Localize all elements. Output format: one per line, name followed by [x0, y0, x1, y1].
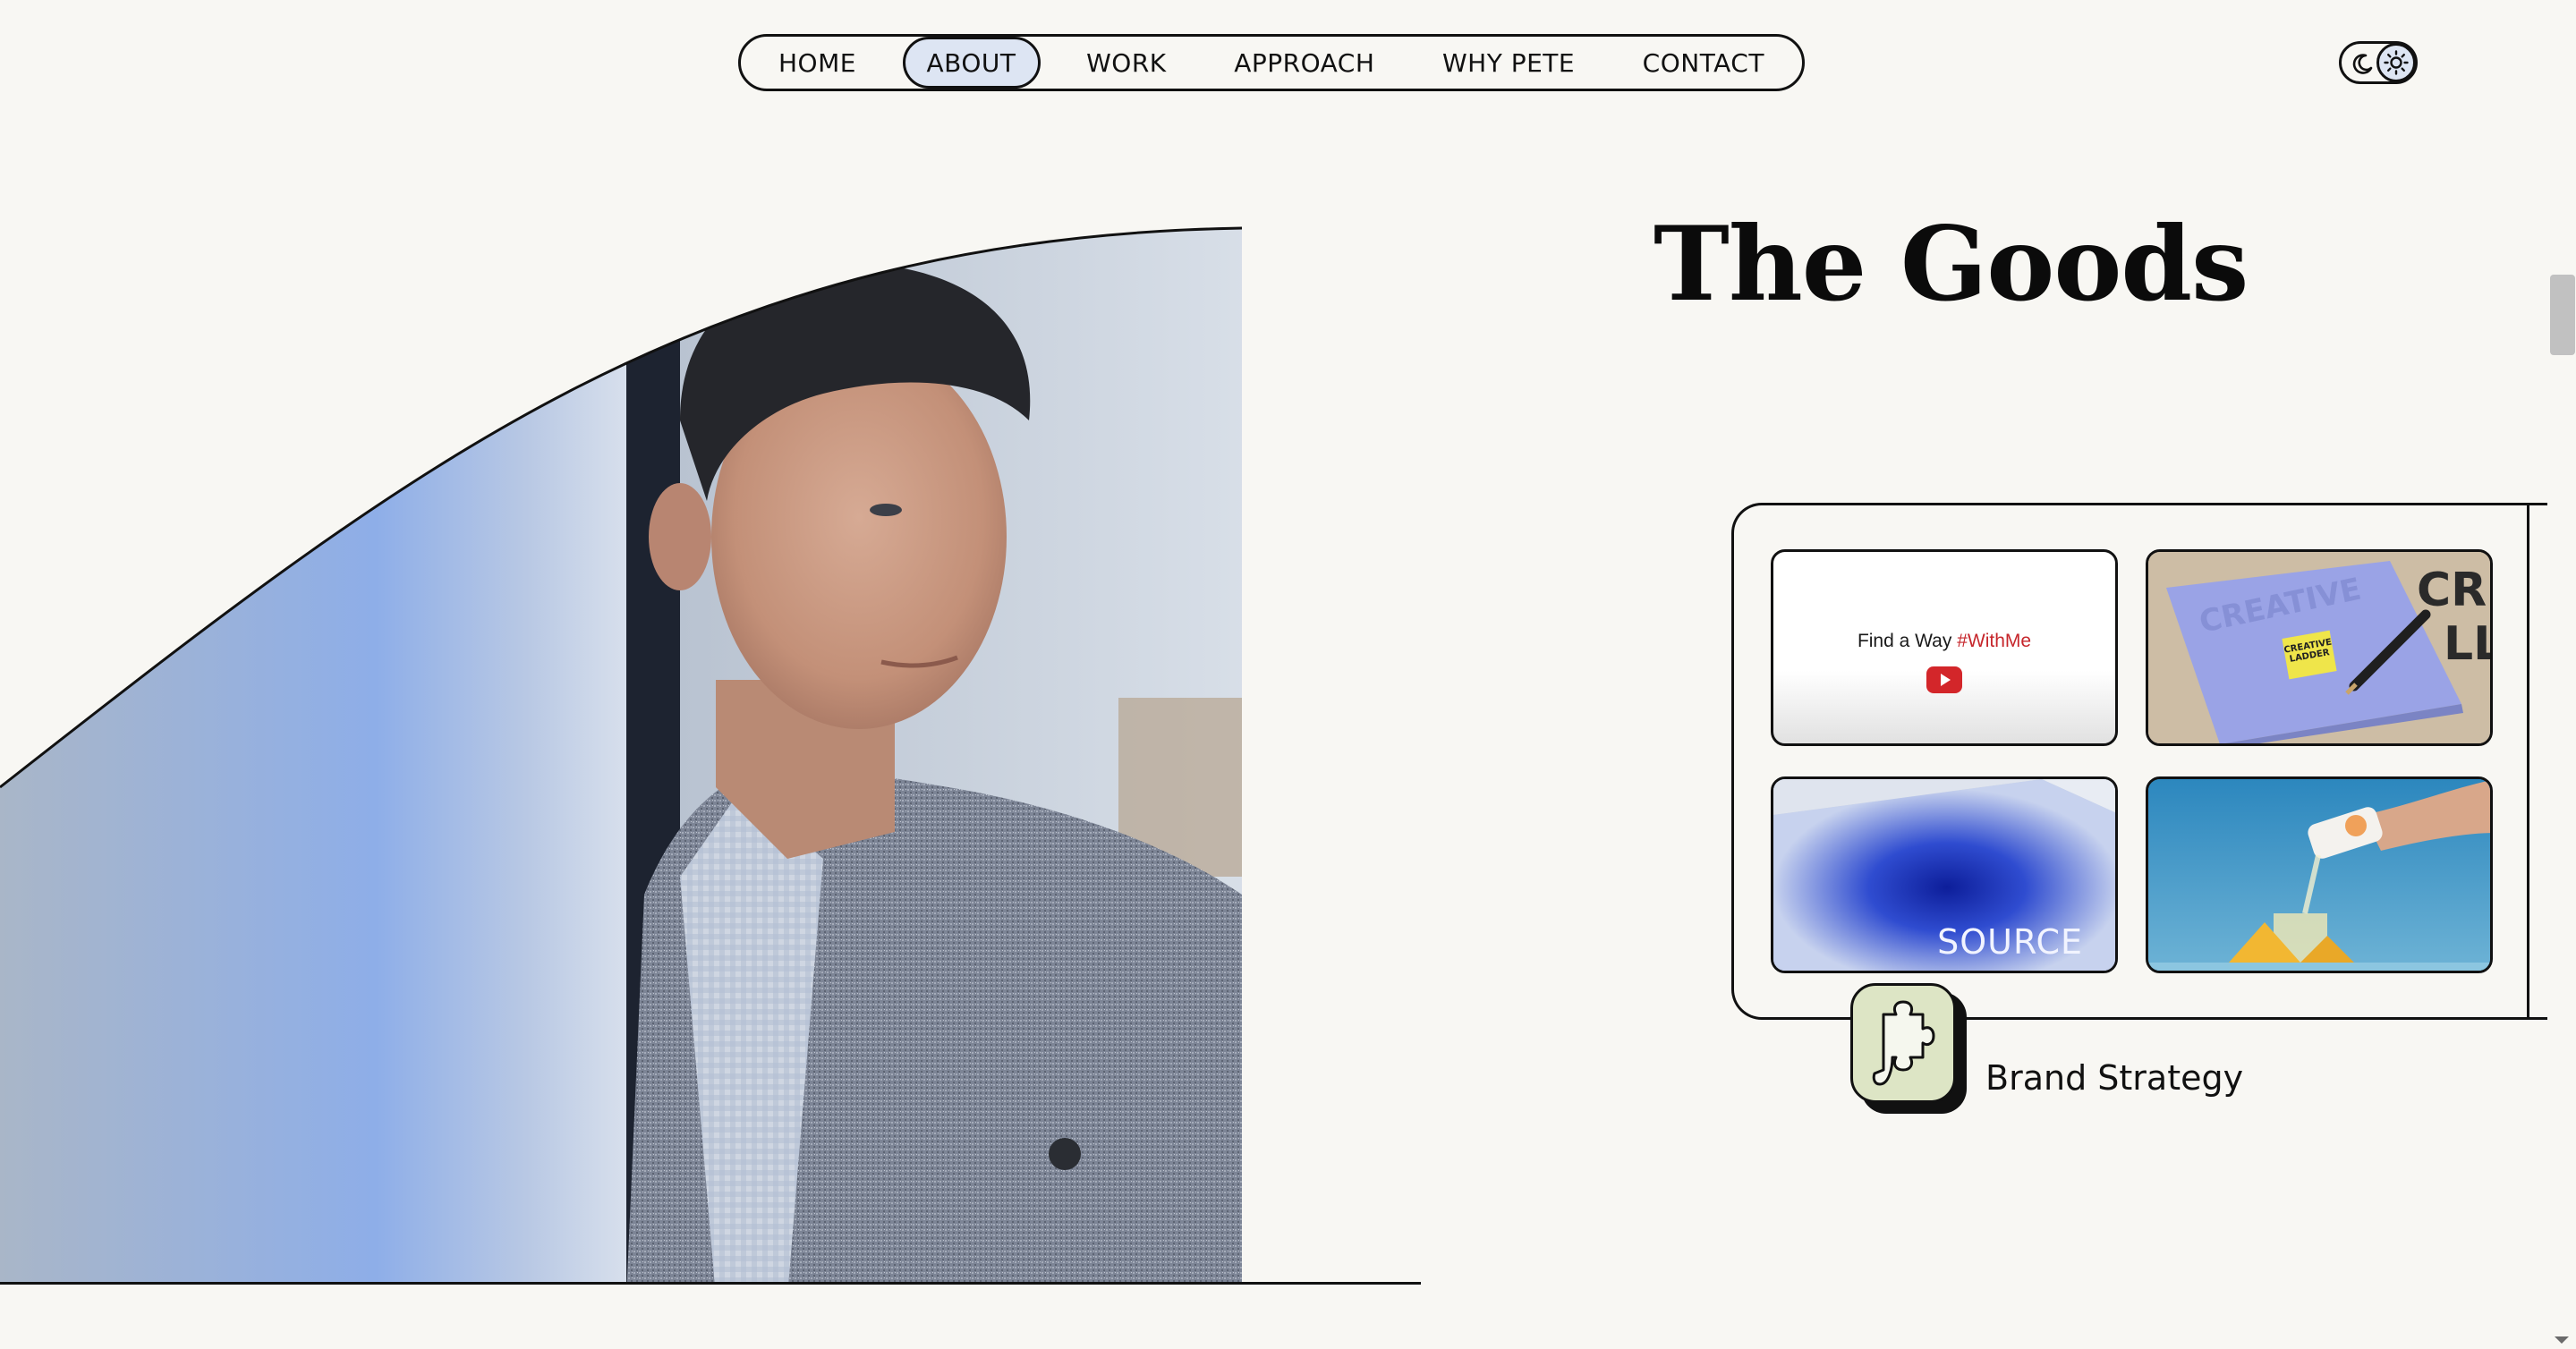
theme-toggle[interactable]	[2339, 41, 2418, 84]
card-divider	[2527, 505, 2529, 1018]
scrollbar-thumb[interactable]	[2550, 275, 2575, 355]
puzzle-piece-icon	[1872, 1000, 1935, 1086]
service-label: Brand Strategy	[1985, 1058, 2244, 1098]
creative-ladder-notebook-tile[interactable]: CREATIVE CR LL CREATIVE LADDER	[2146, 549, 2493, 746]
section-heading: The Goods	[1654, 204, 2249, 324]
sticky-note: CREATIVE LADDER	[2282, 630, 2337, 680]
pineapple-drink-image	[2148, 779, 2490, 971]
hero-baseline	[0, 1282, 1421, 1285]
scrollbar-track[interactable]	[2547, 0, 2576, 1349]
sun-icon	[2384, 50, 2409, 75]
svg-text:LL: LL	[2444, 617, 2493, 671]
source-logo: SOURCE	[1937, 922, 2083, 962]
theme-toggle-knob[interactable]	[2376, 43, 2416, 82]
svg-text:CR: CR	[2417, 564, 2487, 617]
moon-icon	[2352, 54, 2373, 74]
find-a-way-video-tile[interactable]: Find a Way #WithMe	[1771, 549, 2118, 746]
video-title: Find a Way #WithMe	[1857, 631, 2032, 651]
nav-why-pete[interactable]: WHY PETE	[1421, 37, 1596, 89]
hero-portrait	[0, 226, 1243, 1284]
nav-contact[interactable]: CONTACT	[1621, 37, 1786, 89]
youtube-play-icon[interactable]	[1926, 666, 1962, 693]
source-packaging-tile[interactable]: SOURCE	[1771, 776, 2118, 973]
hashtag: #WithMe	[1957, 631, 2032, 651]
scroll-down-arrow-icon[interactable]	[2553, 1335, 2571, 1345]
pineapple-drink-tile[interactable]	[2146, 776, 2493, 973]
service-badge[interactable]	[1850, 983, 1956, 1103]
